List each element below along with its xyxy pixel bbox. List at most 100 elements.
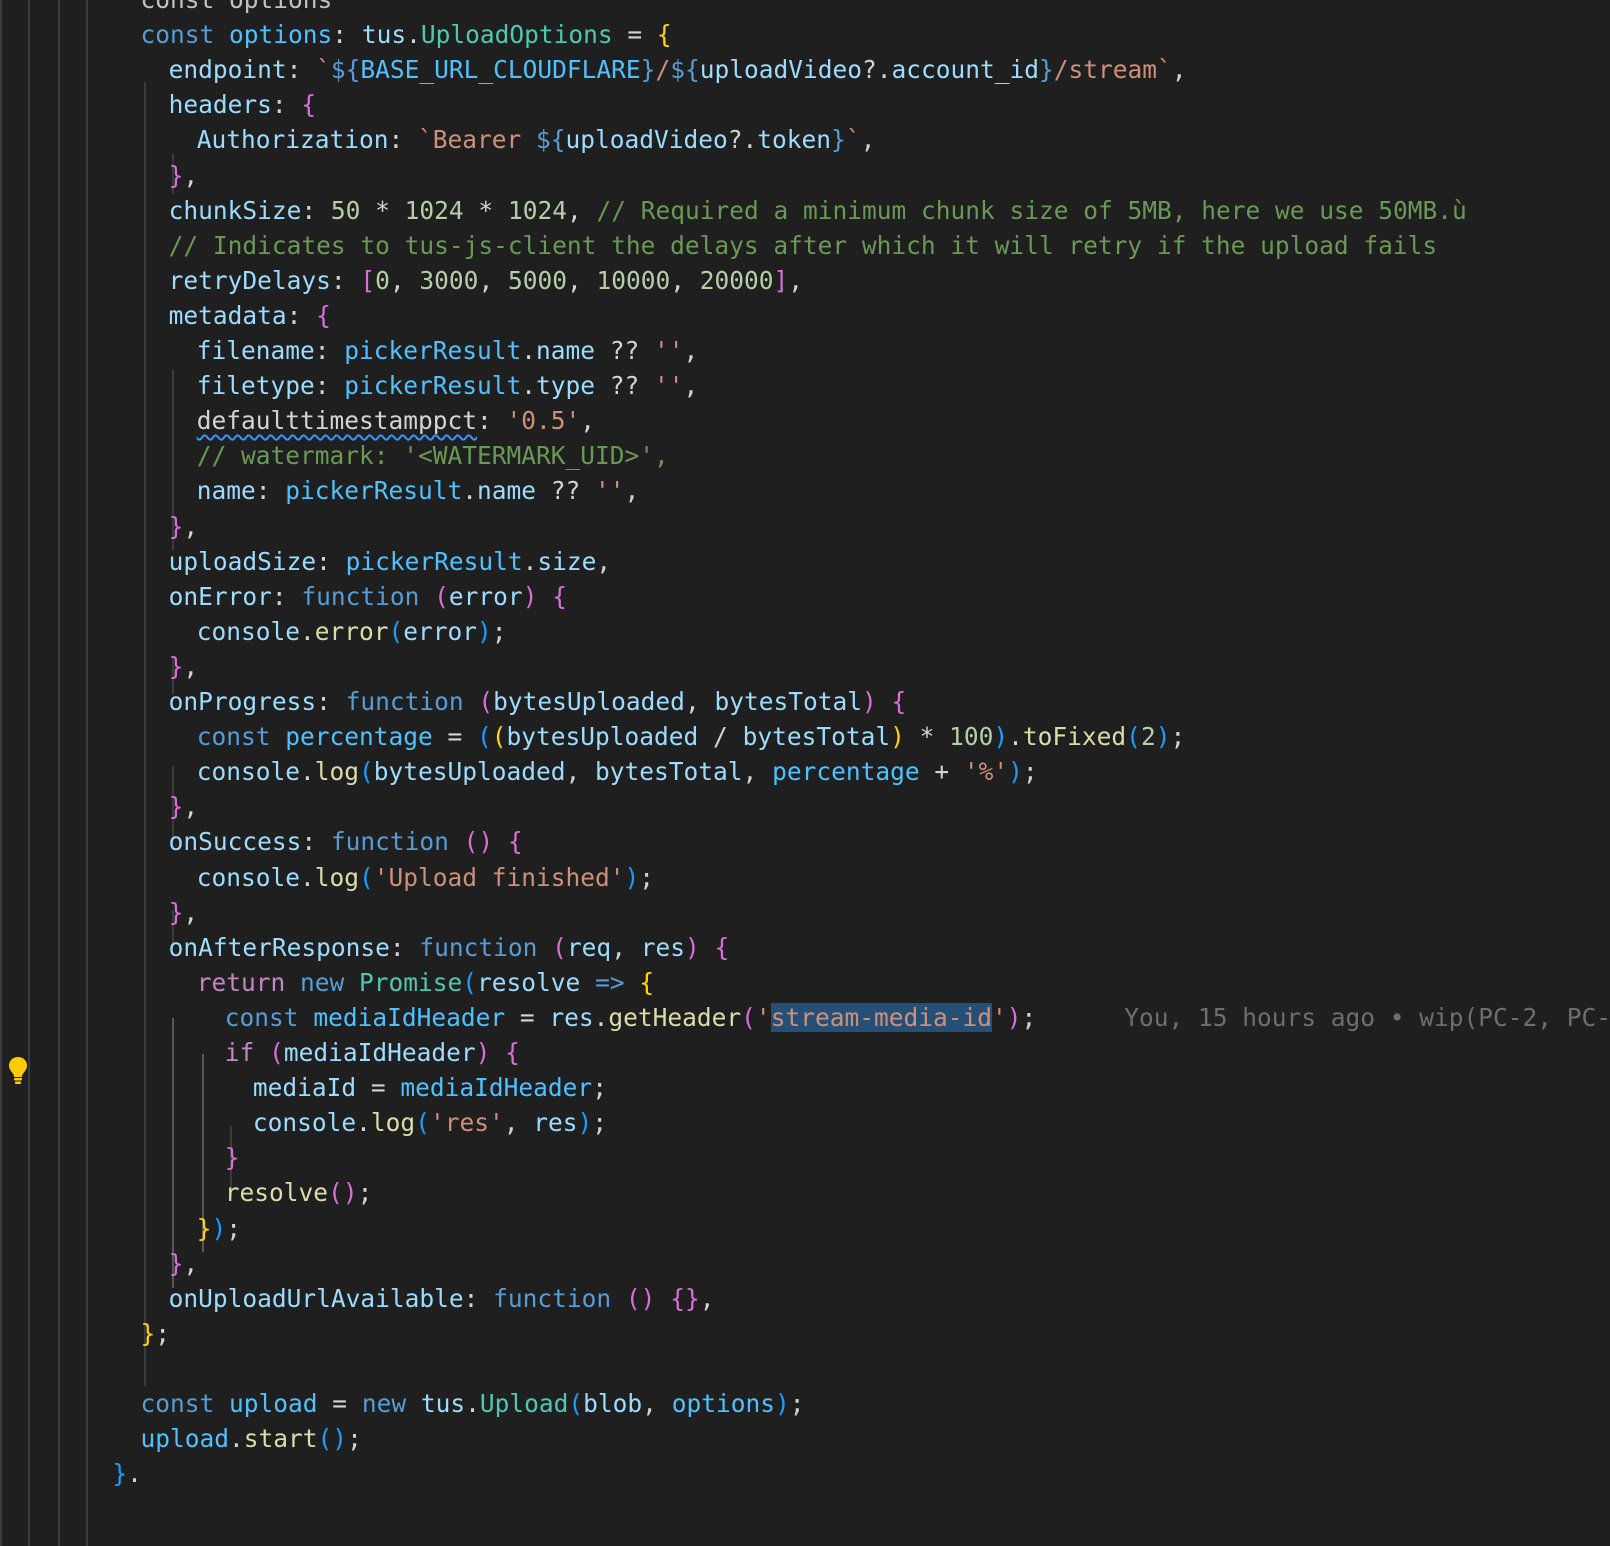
- code-token: '0.5': [506, 406, 581, 436]
- code-token: [: [360, 265, 376, 295]
- code-token: ;: [1022, 757, 1038, 787]
- code-token: bytesTotal: [595, 757, 743, 787]
- code-token: (: [478, 687, 494, 716]
- code-token: bytesUploaded: [493, 687, 685, 716]
- code-line[interactable]: metadata: {: [169, 298, 331, 334]
- code-line[interactable]: uploadSize: pickerResult.size,: [169, 544, 612, 580]
- code-line[interactable]: },: [169, 509, 199, 545]
- code-line[interactable]: console.log('Upload finished');: [197, 860, 654, 896]
- code-token: :: [389, 932, 420, 962]
- code-line[interactable]: console.log(bytesUploaded, bytesTotal, p…: [197, 754, 1038, 790]
- code-line[interactable]: onError: function (error) {: [169, 579, 567, 615]
- code-line[interactable]: onAfterResponse: function (req, res) {: [169, 930, 730, 966]
- code-line[interactable]: const mediaIdHeader = res.getHeader('str…: [225, 1000, 1610, 1036]
- code-line[interactable]: console.log('res', res);: [253, 1105, 607, 1141]
- code-line[interactable]: chunkSize: 50 * 1024 * 1024, // Required…: [169, 193, 1467, 229]
- code-token: ): [1155, 722, 1171, 752]
- code-token: size: [537, 546, 597, 576]
- code-token: bytesUploaded: [373, 757, 566, 787]
- code-line[interactable]: const options: [141, 0, 333, 18]
- code-token: retryDelays: [168, 265, 331, 295]
- code-token: uploadSize: [168, 546, 317, 576]
- code-token: =: [612, 20, 657, 50]
- code-token: {: [891, 687, 907, 716]
- indent-guide: [0, 0, 2, 1546]
- code-token: ?.: [727, 125, 758, 155]
- code-token: *: [904, 722, 950, 752]
- code-line[interactable]: };: [141, 1316, 171, 1352]
- code-line[interactable]: }.: [112, 1456, 142, 1492]
- code-token: ,: [389, 265, 420, 295]
- code-line[interactable]: const options: tus.UploadOptions = {: [141, 17, 672, 53]
- code-token: function: [493, 1283, 612, 1313]
- code-token: {: [316, 300, 331, 330]
- code-line[interactable]: return new Promise(resolve => {: [197, 965, 654, 1001]
- code-token: ,: [788, 265, 804, 295]
- code-token: .: [521, 371, 536, 401]
- code-token: '': [654, 336, 684, 365]
- lightbulb-icon[interactable]: [6, 1054, 30, 1086]
- code-token: BASE_URL_CLOUDFLARE: [360, 55, 641, 85]
- code-line[interactable]: // Indicates to tus-js-client the delays…: [169, 228, 1438, 264]
- code-token: :: [255, 476, 286, 506]
- code-token: ): [861, 687, 877, 716]
- code-token: :: [271, 90, 302, 120]
- code-token: res: [640, 932, 685, 962]
- code-token: Authorization: [196, 125, 389, 155]
- code-line[interactable]: upload.start();: [141, 1421, 362, 1457]
- code-token: const: [140, 1389, 215, 1418]
- code-line[interactable]: Authorization: `Bearer ${uploadVideo?.to…: [197, 122, 876, 158]
- code-editor[interactable]: const optionsconst options: tus.UploadOp…: [0, 0, 1610, 1546]
- code-token: {: [639, 967, 655, 997]
- code-token: pickerResult: [344, 371, 522, 401]
- code-token: error: [314, 616, 389, 646]
- code-token: .: [229, 1424, 244, 1454]
- code-line[interactable]: onSuccess: function () {: [169, 824, 523, 860]
- code-line[interactable]: name: pickerResult.name ?? '',: [197, 473, 640, 509]
- code-line[interactable]: onUploadUrlAvailable: function () {},: [169, 1281, 715, 1317]
- code-line[interactable]: filetype: pickerResult.type ?? '',: [197, 368, 699, 404]
- code-token: 1024: [507, 195, 567, 225]
- code-line[interactable]: },: [169, 649, 199, 685]
- code-line[interactable]: filename: pickerResult.name ?? '',: [197, 333, 699, 369]
- code-line[interactable]: mediaId = mediaIdHeader;: [253, 1070, 607, 1106]
- code-line[interactable]: if (mediaIdHeader) {: [225, 1035, 520, 1071]
- code-line[interactable]: defaulttimestamppct: '0.5',: [197, 403, 595, 439]
- code-token: :: [271, 581, 302, 611]
- code-token: ): [477, 616, 492, 646]
- code-token: :: [286, 300, 317, 330]
- code-token: const: [196, 722, 271, 752]
- code-line[interactable]: resolve();: [225, 1175, 373, 1211]
- code-token: mediaId: [252, 1073, 357, 1103]
- code-token: ;: [1170, 722, 1186, 752]
- code-line[interactable]: const upload = new tus.Upload(blob, opti…: [141, 1386, 805, 1422]
- code-token: ,: [478, 265, 508, 295]
- code-line[interactable]: },: [169, 895, 199, 931]
- code-line[interactable]: const percentage = ((bytesUploaded / byt…: [197, 719, 1186, 755]
- code-line[interactable]: endpoint: `${BASE_URL_CLOUDFLARE}/${uplo…: [169, 52, 1187, 88]
- code-token: function: [330, 827, 449, 857]
- code-token: =: [432, 722, 477, 752]
- code-token: getHeader: [608, 1002, 742, 1032]
- code-line[interactable]: // watermark: '<WATERMARK_UID>',: [197, 438, 669, 474]
- code-line[interactable]: console.error(error);: [197, 614, 507, 650]
- code-line[interactable]: },: [169, 1246, 199, 1282]
- code-line[interactable]: },: [169, 789, 199, 825]
- code-line[interactable]: });: [197, 1211, 241, 1247]
- code-line[interactable]: retryDelays: [0, 3000, 5000, 10000, 2000…: [169, 263, 803, 299]
- code-line[interactable]: onProgress: function (bytesUploaded, byt…: [169, 684, 907, 720]
- code-token: ,: [183, 651, 199, 681]
- code-line[interactable]: }: [225, 1140, 240, 1176]
- code-token: }: [168, 511, 184, 541]
- code-token: .: [462, 476, 477, 506]
- code-token: .: [127, 1459, 142, 1489]
- code-token: console: [196, 616, 300, 646]
- code-token: ,: [183, 1248, 199, 1278]
- code-token: ;: [357, 1178, 373, 1208]
- code-line[interactable]: headers: {: [169, 87, 317, 123]
- code-line[interactable]: },: [169, 158, 199, 194]
